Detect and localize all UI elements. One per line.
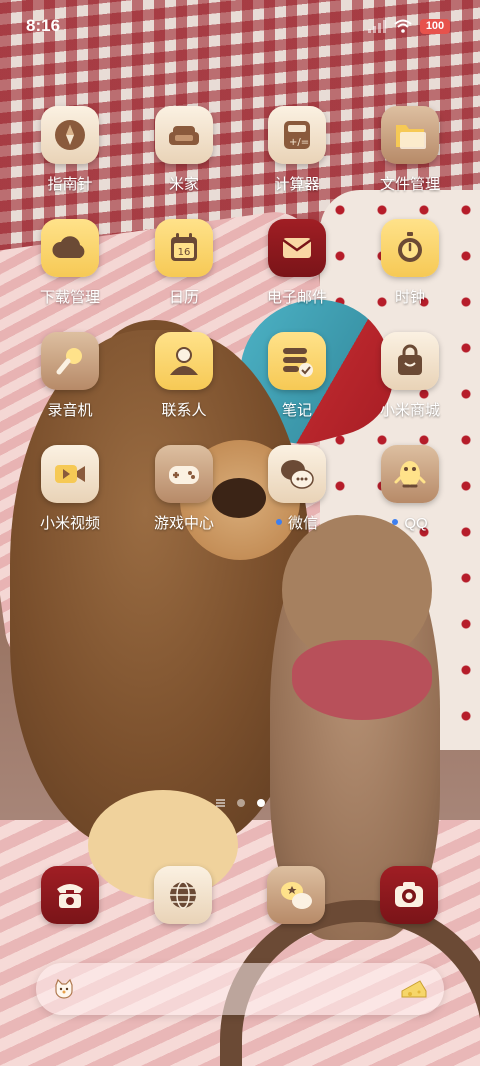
page-dot-2-active[interactable] xyxy=(256,799,265,807)
battery-indicator: 100 xyxy=(420,18,450,34)
app-label: 米家 xyxy=(168,176,199,193)
wifi-icon xyxy=(394,19,412,33)
envelope-icon xyxy=(268,219,326,277)
app-downloads[interactable]: 下载管理 xyxy=(20,219,120,307)
search-bar[interactable] xyxy=(36,963,444,1015)
compass-icon xyxy=(41,106,99,164)
app-label: 文件管理 xyxy=(379,176,440,193)
app-qq[interactable]: QQ xyxy=(360,445,460,533)
dock-phone[interactable] xyxy=(41,866,99,924)
camera-icon xyxy=(380,866,438,924)
app-contacts[interactable]: 联系人 xyxy=(134,332,234,420)
notes-check-icon xyxy=(268,332,326,390)
app-compass[interactable]: 指南针 xyxy=(20,106,120,194)
app-label: 日历 xyxy=(168,289,199,306)
cellular-signal-icon xyxy=(368,19,386,33)
app-label: 计算器 xyxy=(274,176,320,193)
page-list-icon[interactable] xyxy=(215,799,225,807)
app-label: QQ xyxy=(360,515,460,533)
qq-penguin-icon xyxy=(381,445,439,503)
new-install-dot xyxy=(275,519,282,526)
dock-camera[interactable] xyxy=(380,866,438,924)
app-wechat[interactable]: 微信 xyxy=(247,445,347,533)
app-calculator[interactable]: +/= 计算器 xyxy=(247,106,347,194)
app-label: 电子邮件 xyxy=(266,289,327,306)
app-notes[interactable]: 笔记 xyxy=(247,332,347,420)
calculator-icon: +/= xyxy=(268,106,326,164)
app-label: 指南针 xyxy=(47,176,93,193)
video-camera-icon xyxy=(41,445,99,503)
new-install-dot xyxy=(392,519,399,526)
app-label: 录音机 xyxy=(47,402,93,419)
app-mi-store[interactable]: 小米商城 xyxy=(360,332,460,420)
page-indicator[interactable] xyxy=(0,797,480,809)
app-mijia[interactable]: 米家 xyxy=(134,106,234,194)
stopwatch-icon xyxy=(381,219,439,277)
app-mi-video[interactable]: 小米视频 xyxy=(20,445,120,533)
app-label: 微信 xyxy=(247,515,347,533)
status-time: 8:16 xyxy=(26,16,61,35)
svg-text:+/=: +/= xyxy=(289,137,309,148)
app-label: 小米视频 xyxy=(39,515,100,532)
app-calendar[interactable]: 16 日历 xyxy=(134,219,234,307)
app-label: 下载管理 xyxy=(39,289,100,306)
status-bar: 8:16 100 xyxy=(0,0,480,50)
app-recorder[interactable]: 录音机 xyxy=(20,332,120,420)
page-dot-1[interactable] xyxy=(236,799,245,807)
cheese-icon[interactable] xyxy=(400,977,428,1001)
sofa-icon xyxy=(155,106,213,164)
cloud-icon xyxy=(41,219,99,277)
app-game-center[interactable]: 游戏中心 xyxy=(134,445,234,533)
calendar-day: 16 xyxy=(178,247,191,258)
app-label: 游戏中心 xyxy=(153,515,214,532)
messages-icon xyxy=(267,866,325,924)
contact-person-icon xyxy=(155,332,213,390)
cat-face-icon[interactable] xyxy=(52,977,76,1001)
calendar-icon: 16 xyxy=(155,219,213,277)
app-label: 小米商城 xyxy=(379,402,440,419)
folder-icon xyxy=(381,106,439,164)
telephone-icon xyxy=(41,866,99,924)
app-label: 笔记 xyxy=(281,402,312,419)
dock-browser[interactable] xyxy=(154,866,212,924)
status-icons: 100 xyxy=(368,16,450,36)
gamepad-icon xyxy=(155,445,213,503)
app-email[interactable]: 电子邮件 xyxy=(247,219,347,307)
dock-messages[interactable] xyxy=(267,866,325,924)
app-label: 时钟 xyxy=(394,289,425,306)
microphone-icon xyxy=(41,332,99,390)
app-label: 联系人 xyxy=(161,402,207,419)
wechat-icon xyxy=(268,445,326,503)
shopping-bag-icon xyxy=(381,332,439,390)
browser-globe-icon xyxy=(154,866,212,924)
app-file-manager[interactable]: 文件管理 xyxy=(360,106,460,194)
app-clock[interactable]: 时钟 xyxy=(360,219,460,307)
